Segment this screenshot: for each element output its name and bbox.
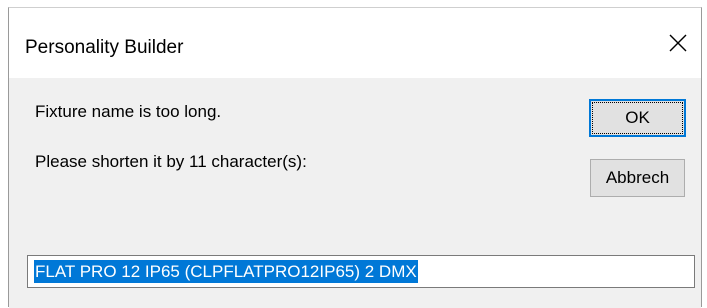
window-title: Personality Builder — [25, 37, 184, 58]
background-right — [702, 0, 707, 307]
message-line-1: Fixture name is too long. — [35, 102, 222, 121]
fixture-name-selected-text: FLAT PRO 12 IP65 (CLPFLATPRO12IP65) 2 DM… — [34, 260, 418, 283]
close-button[interactable] — [655, 8, 701, 78]
close-icon — [669, 34, 687, 52]
ok-button-label: OK — [592, 102, 683, 134]
ok-button[interactable]: OK — [589, 99, 686, 137]
message-line-2: Please shorten it by 11 character(s): — [35, 152, 307, 171]
background-left — [0, 0, 8, 307]
fixture-name-input[interactable]: FLAT PRO 12 IP65 (CLPFLATPRO12IP65) 2 DM… — [27, 255, 695, 288]
dialog-body: Fixture name is too long. Please shorten… — [9, 78, 701, 308]
cancel-button[interactable]: Abbrech — [590, 159, 685, 197]
title-bar[interactable]: Personality Builder — [9, 8, 701, 78]
background-top — [0, 0, 707, 7]
dialog-window: Personality Builder Fixture name is too … — [8, 7, 702, 308]
